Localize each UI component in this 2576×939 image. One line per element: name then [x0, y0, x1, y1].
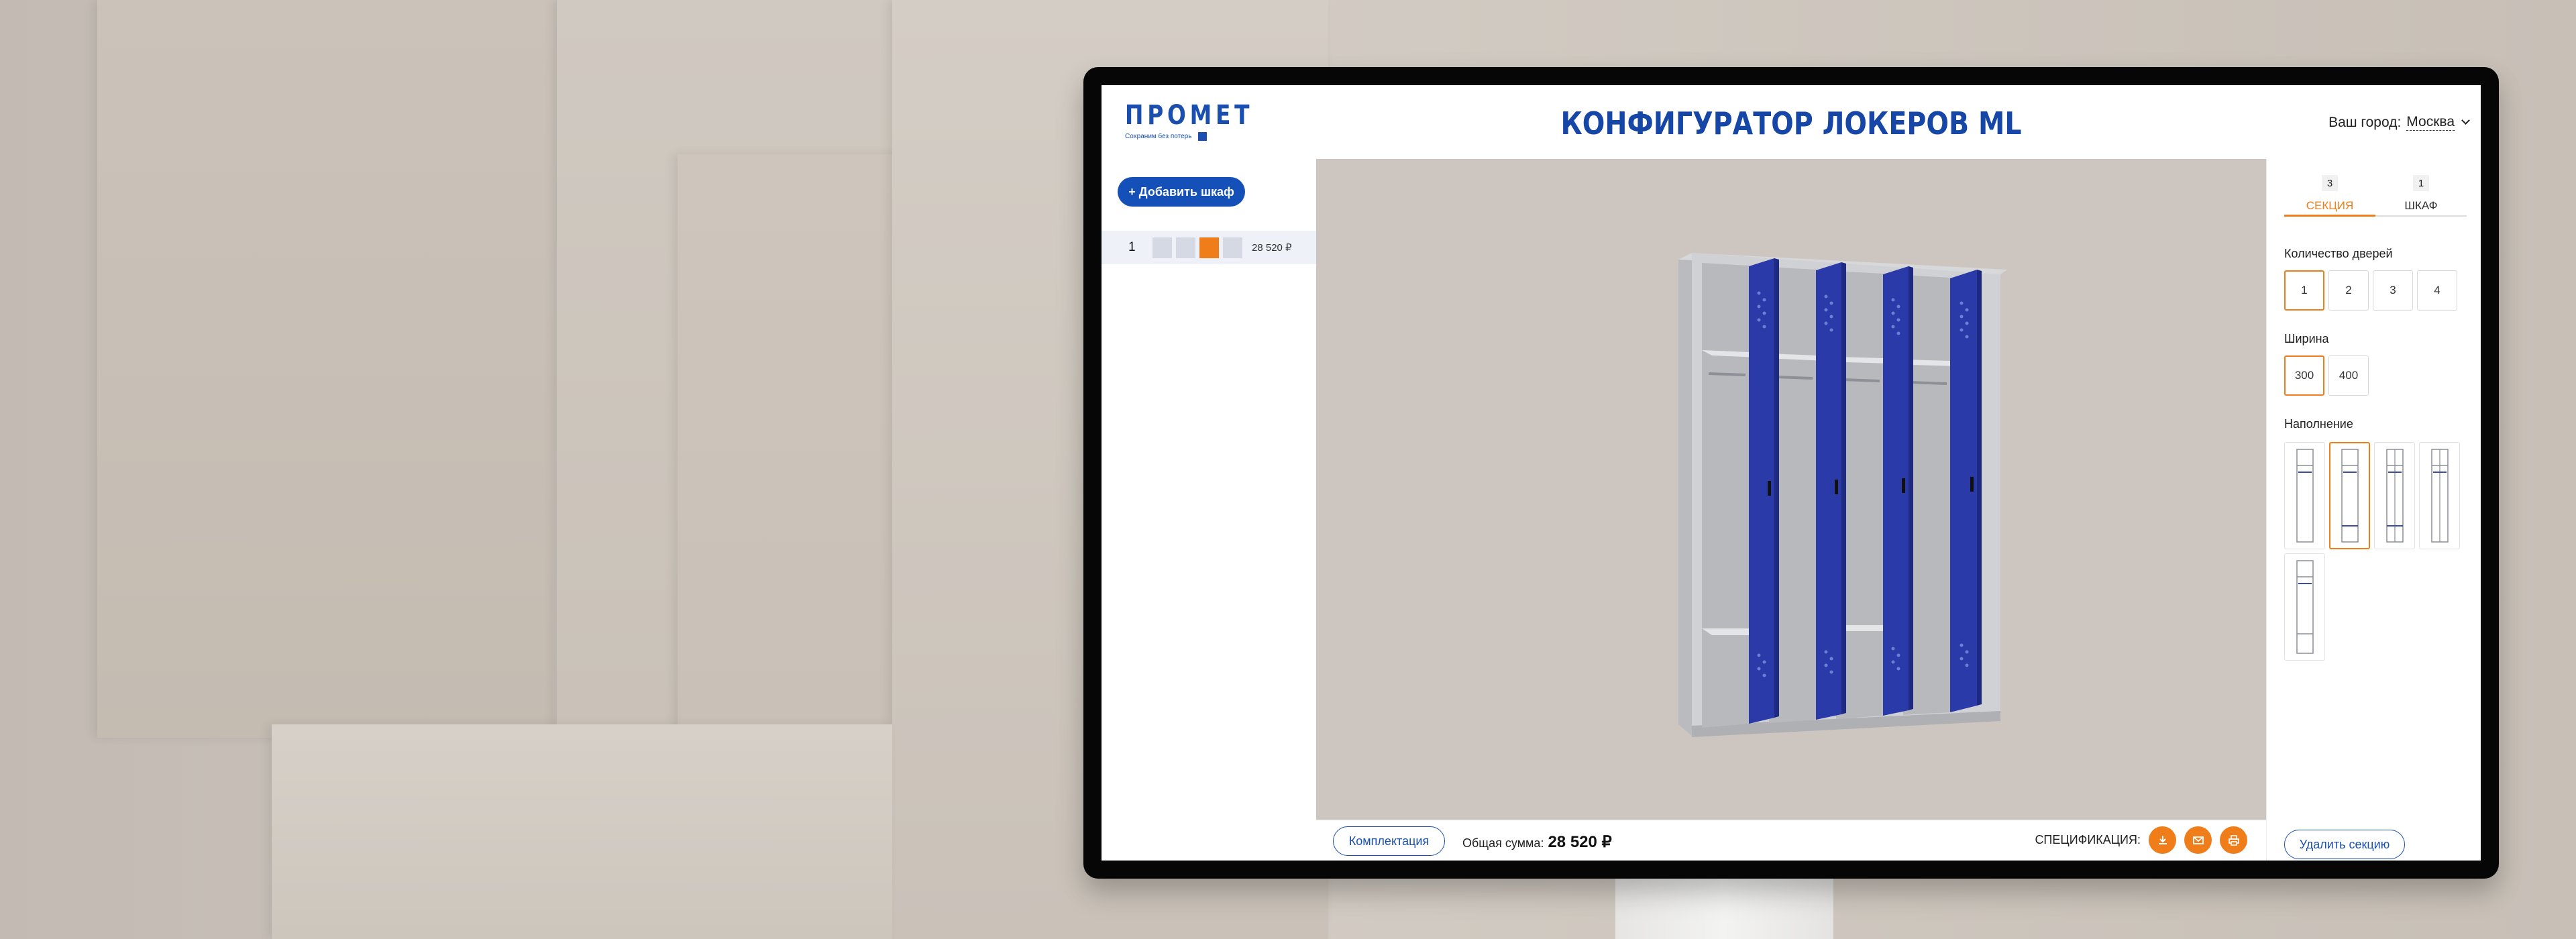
tab-cabinet[interactable]: 1 ШКАФ: [2375, 175, 2467, 215]
door-option-3[interactable]: 3: [2373, 270, 2413, 311]
city-label: Ваш город:: [2328, 114, 2402, 130]
locker-illustration: [1678, 253, 2007, 737]
fill-option[interactable]: [2284, 442, 2325, 549]
print-icon[interactable]: [2220, 826, 2247, 854]
cabinet-sidebar: + Добавить шкаф 1 28 520 ₽: [1102, 159, 1316, 861]
fill-split-rail-icon: [2430, 449, 2449, 543]
fill-option[interactable]: [2374, 442, 2415, 549]
door-option-1[interactable]: 1: [2284, 270, 2324, 311]
width-option-400[interactable]: 400: [2328, 355, 2369, 396]
cabinet-number: 1: [1128, 240, 1136, 254]
cabinet-list-item[interactable]: 1 28 520 ₽: [1102, 231, 1316, 264]
section-thumb[interactable]: [1223, 237, 1242, 258]
doors-options: 1 2 3 4: [2284, 270, 2457, 311]
komplektaciya-button[interactable]: Комплектация: [1333, 826, 1445, 856]
panel-tabs: 3 СЕКЦИЯ 1 ШКАФ: [2284, 175, 2467, 217]
fill-option[interactable]: [2284, 553, 2325, 661]
locker-side-panel: [1678, 253, 1692, 736]
width-option-300[interactable]: 300: [2284, 355, 2324, 396]
section-thumb[interactable]: [1152, 237, 1172, 258]
cabinet-price: 28 520 ₽: [1252, 242, 1292, 254]
city-selector[interactable]: Ваш город: Москва: [2328, 114, 2470, 131]
locker-door-edge: [1977, 270, 1982, 706]
delete-section-button[interactable]: Удалить секцию: [2284, 830, 2405, 859]
mail-icon[interactable]: [2184, 826, 2212, 854]
tab-count: 3: [2322, 175, 2338, 191]
locker-preview[interactable]: [1316, 159, 2266, 820]
hanger-rail: [1842, 378, 1880, 382]
locker-door-edge: [1841, 262, 1846, 714]
fill-option[interactable]: [2419, 442, 2460, 549]
locker-door-edge: [1909, 266, 1913, 710]
door-option-2[interactable]: 2: [2328, 270, 2369, 311]
fill-two-shelf-icon: [2296, 560, 2314, 654]
tab-count: 1: [2413, 175, 2429, 191]
hanger-rail: [1909, 381, 1947, 385]
background-panel: [272, 724, 892, 939]
fill-label: Наполнение: [2284, 417, 2353, 431]
section-interior: [1702, 263, 1749, 728]
spec-label: СПЕЦИФИКАЦИЯ:: [2035, 833, 2141, 846]
total-value: 28 520 ₽: [1548, 833, 1612, 851]
tab-section[interactable]: 3 СЕКЦИЯ: [2284, 175, 2375, 217]
door-handle: [1902, 478, 1905, 493]
door-option-4[interactable]: 4: [2417, 270, 2457, 311]
fill-split-icon: [2385, 449, 2404, 543]
page-title: КОНФИГУРАТОР ЛОКЕРОВ ML: [1560, 105, 2022, 142]
background-panel: [97, 0, 553, 738]
door-handle: [1835, 480, 1838, 494]
tab-label: СЕКЦИЯ: [2306, 199, 2354, 212]
door-handle: [1768, 481, 1771, 496]
download-icon[interactable]: [2149, 826, 2176, 854]
city-value[interactable]: Москва: [2406, 114, 2455, 131]
doors-label: Количество дверей: [2284, 247, 2393, 260]
app-screen: ПРОМЕТ Сохраним без потерь КОНФИГУРАТОР …: [1102, 85, 2481, 861]
door-handle: [1970, 477, 1974, 492]
fill-option-active[interactable]: [2329, 442, 2370, 549]
fill-shelf-rail-icon: [2296, 449, 2314, 543]
width-options: 300 400: [2284, 355, 2369, 396]
add-cabinet-button[interactable]: + Добавить шкаф: [1118, 177, 1245, 207]
fill-shelf-rail-bottom-icon: [2341, 449, 2359, 543]
logo-tagline-text: Сохраним без потерь: [1125, 133, 1192, 140]
total-sum: Общая сумма: 28 520 ₽: [1462, 832, 1612, 852]
hanger-rail: [1708, 372, 1746, 376]
specification: СПЕЦИФИКАЦИЯ:: [2035, 826, 2247, 854]
header: ПРОМЕТ Сохраним без потерь КОНФИГУРАТОР …: [1102, 85, 2481, 159]
monitor-stand: [1615, 879, 1833, 939]
fill-options: [2284, 442, 2472, 661]
locker-door-edge: [1774, 258, 1779, 718]
section-thumb[interactable]: [1176, 237, 1195, 258]
chevron-down-icon[interactable]: [2461, 116, 2470, 125]
hanger-rail: [1775, 376, 1813, 380]
settings-panel: 3 СЕКЦИЯ 1 ШКАФ Количество дверей 1 2 3 …: [2266, 159, 2481, 861]
summary-bar: Комплектация Общая сумма: 28 520 ₽ СПЕЦИ…: [1316, 820, 2266, 861]
width-label: Ширина: [2284, 332, 2329, 345]
section-thumb-active[interactable]: [1199, 237, 1219, 258]
tab-label: ШКАФ: [2404, 199, 2438, 212]
total-label: Общая сумма:: [1462, 836, 1544, 850]
